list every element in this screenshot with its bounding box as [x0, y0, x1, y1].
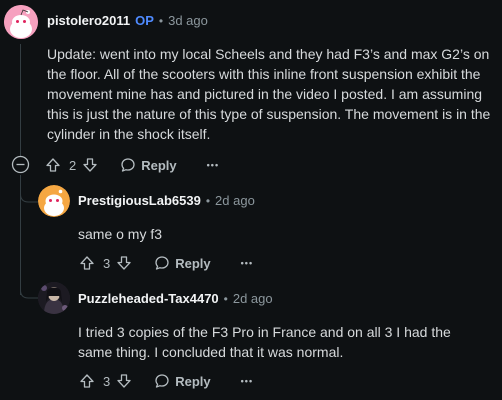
- vote-count: 3: [103, 373, 111, 389]
- reply-button[interactable]: Reply: [120, 157, 177, 173]
- separator-dot: •: [158, 13, 164, 28]
- comment-author[interactable]: pistolero2011: [47, 13, 130, 28]
- thread-branch-1: [20, 180, 40, 203]
- thread-branch-2: [20, 276, 40, 299]
- avatar[interactable]: [38, 185, 70, 217]
- reply-bubble-icon: [121, 158, 135, 172]
- comment-author[interactable]: Puzzleheaded-Tax4470: [78, 291, 219, 306]
- comment-time: 3d ago: [168, 13, 208, 28]
- comment-body: Update: went into my local Scheels and t…: [47, 46, 491, 142]
- upvote-icon[interactable]: [79, 255, 95, 271]
- snoo-avatar-orange: [38, 185, 70, 217]
- vote-count: 3: [103, 255, 111, 271]
- thread-line-vertical: [20, 44, 21, 164]
- downvote-icon[interactable]: [116, 255, 132, 271]
- downvote-icon[interactable]: [116, 373, 132, 389]
- snoo-avatar-pink: [4, 5, 38, 39]
- separator-dot: •: [205, 193, 211, 208]
- comment-actions: 3 Reply •••: [79, 253, 253, 273]
- comment-time: 2d ago: [215, 193, 255, 208]
- comment-actions: 3 Reply •••: [79, 371, 253, 391]
- comment-header: Puzzleheaded-Tax4470 • 2d ago: [78, 291, 273, 306]
- collapse-icon[interactable]: [11, 155, 30, 174]
- op-badge: OP: [135, 13, 154, 28]
- more-options-button[interactable]: •••: [241, 376, 253, 386]
- comment-actions: 2 Reply •••: [45, 155, 219, 175]
- comment-body: I tried 3 copies of the F3 Pro in France…: [78, 324, 451, 360]
- reply-label: Reply: [175, 255, 211, 271]
- reply-button[interactable]: Reply: [154, 255, 211, 271]
- upvote-icon[interactable]: [79, 373, 95, 389]
- comment-body: same o my f3: [78, 226, 163, 242]
- vote-count: 2: [69, 157, 77, 173]
- avatar[interactable]: [4, 5, 38, 39]
- user-avatar-photo: [38, 282, 70, 314]
- downvote-icon[interactable]: [82, 157, 98, 173]
- avatar[interactable]: [38, 282, 70, 314]
- more-options-button[interactable]: •••: [207, 160, 219, 170]
- reply-label: Reply: [141, 157, 177, 173]
- separator-dot: •: [223, 291, 228, 306]
- reply-label: Reply: [175, 373, 211, 389]
- comment-author[interactable]: PrestigiousLab6539: [78, 193, 201, 208]
- reply-bubble-icon: [155, 374, 169, 388]
- comment-header: PrestigiousLab6539 • 2d ago: [78, 193, 255, 208]
- reply-button[interactable]: Reply: [154, 373, 211, 389]
- reply-bubble-icon: [155, 256, 169, 270]
- more-options-button[interactable]: •••: [241, 258, 253, 268]
- comment-time: 2d ago: [232, 291, 273, 306]
- upvote-icon[interactable]: [45, 157, 61, 173]
- comment-header: pistolero2011 OP • 3d ago: [47, 13, 208, 28]
